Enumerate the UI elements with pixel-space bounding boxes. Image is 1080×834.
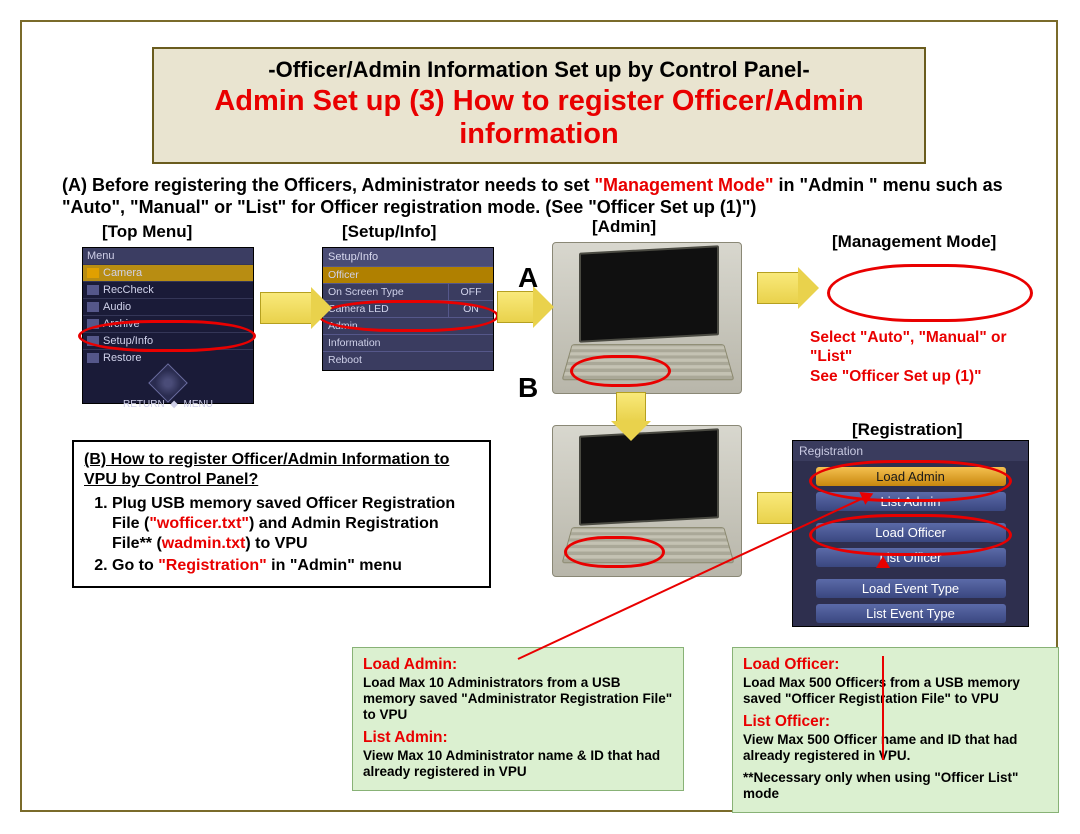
laptop-screen — [579, 428, 719, 525]
highlight-circle-setup-info — [78, 320, 256, 352]
red-arrow-line-2 — [882, 656, 884, 760]
green-h: List Admin: — [363, 729, 673, 748]
green-body: Load Max 10 Administrators from a USB me… — [363, 675, 673, 724]
highlight-circle-load-list-officer — [809, 514, 1012, 556]
txt: in "Admin" menu — [267, 557, 402, 574]
regpanel-header: Registration — [793, 441, 1028, 461]
topmenu-nav: RETURN ◆ MENU — [83, 366, 253, 412]
green-note: **Necessary only when using "Officer Lis… — [743, 770, 1048, 802]
row-label: Reboot — [323, 352, 493, 368]
setupinfo-row-information: Information — [323, 334, 493, 351]
greenbox-officer: Load Officer: Load Max 500 Officers from… — [732, 647, 1059, 813]
nav-return: RETURN — [123, 399, 165, 410]
topmenu-item-reccheck: RecCheck — [83, 281, 253, 298]
arrow-right-icon — [497, 291, 534, 323]
red-arrow-head-2 — [876, 556, 890, 568]
para-a-mm: "Management Mode" — [594, 175, 773, 195]
audio-icon — [87, 302, 99, 312]
regpanel-load-event: Load Event Type — [816, 579, 1006, 598]
marker-a: A — [518, 262, 538, 294]
title-box: -Officer/Admin Information Set up by Con… — [152, 47, 926, 164]
highlight-circle-admin — [318, 300, 499, 332]
setupinfo-row-officer: Officer — [323, 266, 493, 283]
arrow-down-icon — [616, 392, 646, 422]
highlight-circle-laptop2 — [564, 536, 665, 568]
label-admin: [Admin] — [592, 217, 656, 237]
nav-menu: MENU — [184, 399, 213, 410]
label-management-mode: [Management Mode] — [832, 232, 996, 252]
box-b-heading: (B) How to register Officer/Admin Inform… — [84, 451, 449, 488]
laptop-screen — [579, 245, 719, 342]
topmenu-label: Audio — [103, 301, 131, 313]
topmenu-item-audio: Audio — [83, 298, 253, 315]
txt: ) to VPU — [245, 535, 307, 552]
restore-icon — [87, 353, 99, 363]
setupinfo-header: Setup/Info — [323, 248, 493, 266]
row-label: Officer — [323, 267, 493, 283]
row-label: On Screen Type — [323, 284, 448, 300]
highlight-circle-mgmt-mode — [827, 264, 1033, 322]
mgmt-line1: Select "Auto", "Manual" or "List" — [810, 329, 1006, 365]
highlight-circle-laptop1 — [570, 355, 671, 387]
mgmt-mode-text: Select "Auto", "Manual" or "List" See "O… — [810, 328, 1045, 386]
topmenu-label: RecCheck — [103, 284, 154, 296]
green-h: Load Officer: — [743, 656, 1048, 675]
txt-red: wadmin.txt — [162, 535, 246, 552]
reccheck-icon — [87, 285, 99, 295]
highlight-circle-load-list-admin — [809, 460, 1012, 502]
green-body: Load Max 500 Officers from a USB memory … — [743, 675, 1048, 707]
greenbox-admin: Load Admin: Load Max 10 Administrators f… — [352, 647, 684, 791]
paragraph-a: (A) Before registering the Officers, Adm… — [62, 174, 1016, 219]
regpanel-list-event: List Event Type — [816, 604, 1006, 623]
green-h: List Officer: — [743, 713, 1048, 732]
setupinfo-row-onscreen: On Screen TypeOFF — [323, 283, 493, 300]
topmenu-label: Camera — [103, 267, 142, 279]
setupinfo-row-reboot: Reboot — [323, 351, 493, 368]
camera-icon — [87, 268, 99, 278]
topmenu-label: Restore — [103, 352, 142, 364]
mgmt-line2: See "Officer Set up (1)" — [810, 368, 981, 385]
dpad-icon — [148, 363, 188, 403]
txt-red: "Registration" — [158, 557, 267, 574]
marker-b: B — [518, 372, 538, 404]
green-body: View Max 10 Administrator name & ID that… — [363, 748, 673, 780]
para-a-lead: (A) Before registering the Officers, Adm… — [62, 175, 594, 195]
txt-red: "wofficer.txt" — [149, 515, 249, 532]
row-label: Information — [323, 335, 493, 351]
label-registration: [Registration] — [852, 420, 963, 440]
label-setup-info: [Setup/Info] — [342, 222, 436, 242]
box-b-step2: Go to "Registration" in "Admin" menu — [112, 556, 479, 576]
green-body: View Max 500 Officer name and ID that ha… — [743, 732, 1048, 764]
title-line1: -Officer/Admin Information Set up by Con… — [166, 57, 912, 83]
box-b: (B) How to register Officer/Admin Inform… — [72, 440, 491, 588]
arrow-right-icon — [260, 292, 312, 324]
slide-frame: -Officer/Admin Information Set up by Con… — [20, 20, 1058, 812]
row-val: OFF — [448, 284, 493, 300]
title-line2: Admin Set up (3) How to register Officer… — [166, 85, 912, 152]
arrow-right-icon — [757, 272, 799, 304]
topmenu-header: Menu — [83, 248, 253, 264]
box-b-step1: Plug USB memory saved Officer Registrati… — [112, 494, 479, 554]
topmenu-item-camera: Camera — [83, 264, 253, 281]
label-top-menu: [Top Menu] — [102, 222, 192, 242]
txt: Go to — [112, 557, 158, 574]
